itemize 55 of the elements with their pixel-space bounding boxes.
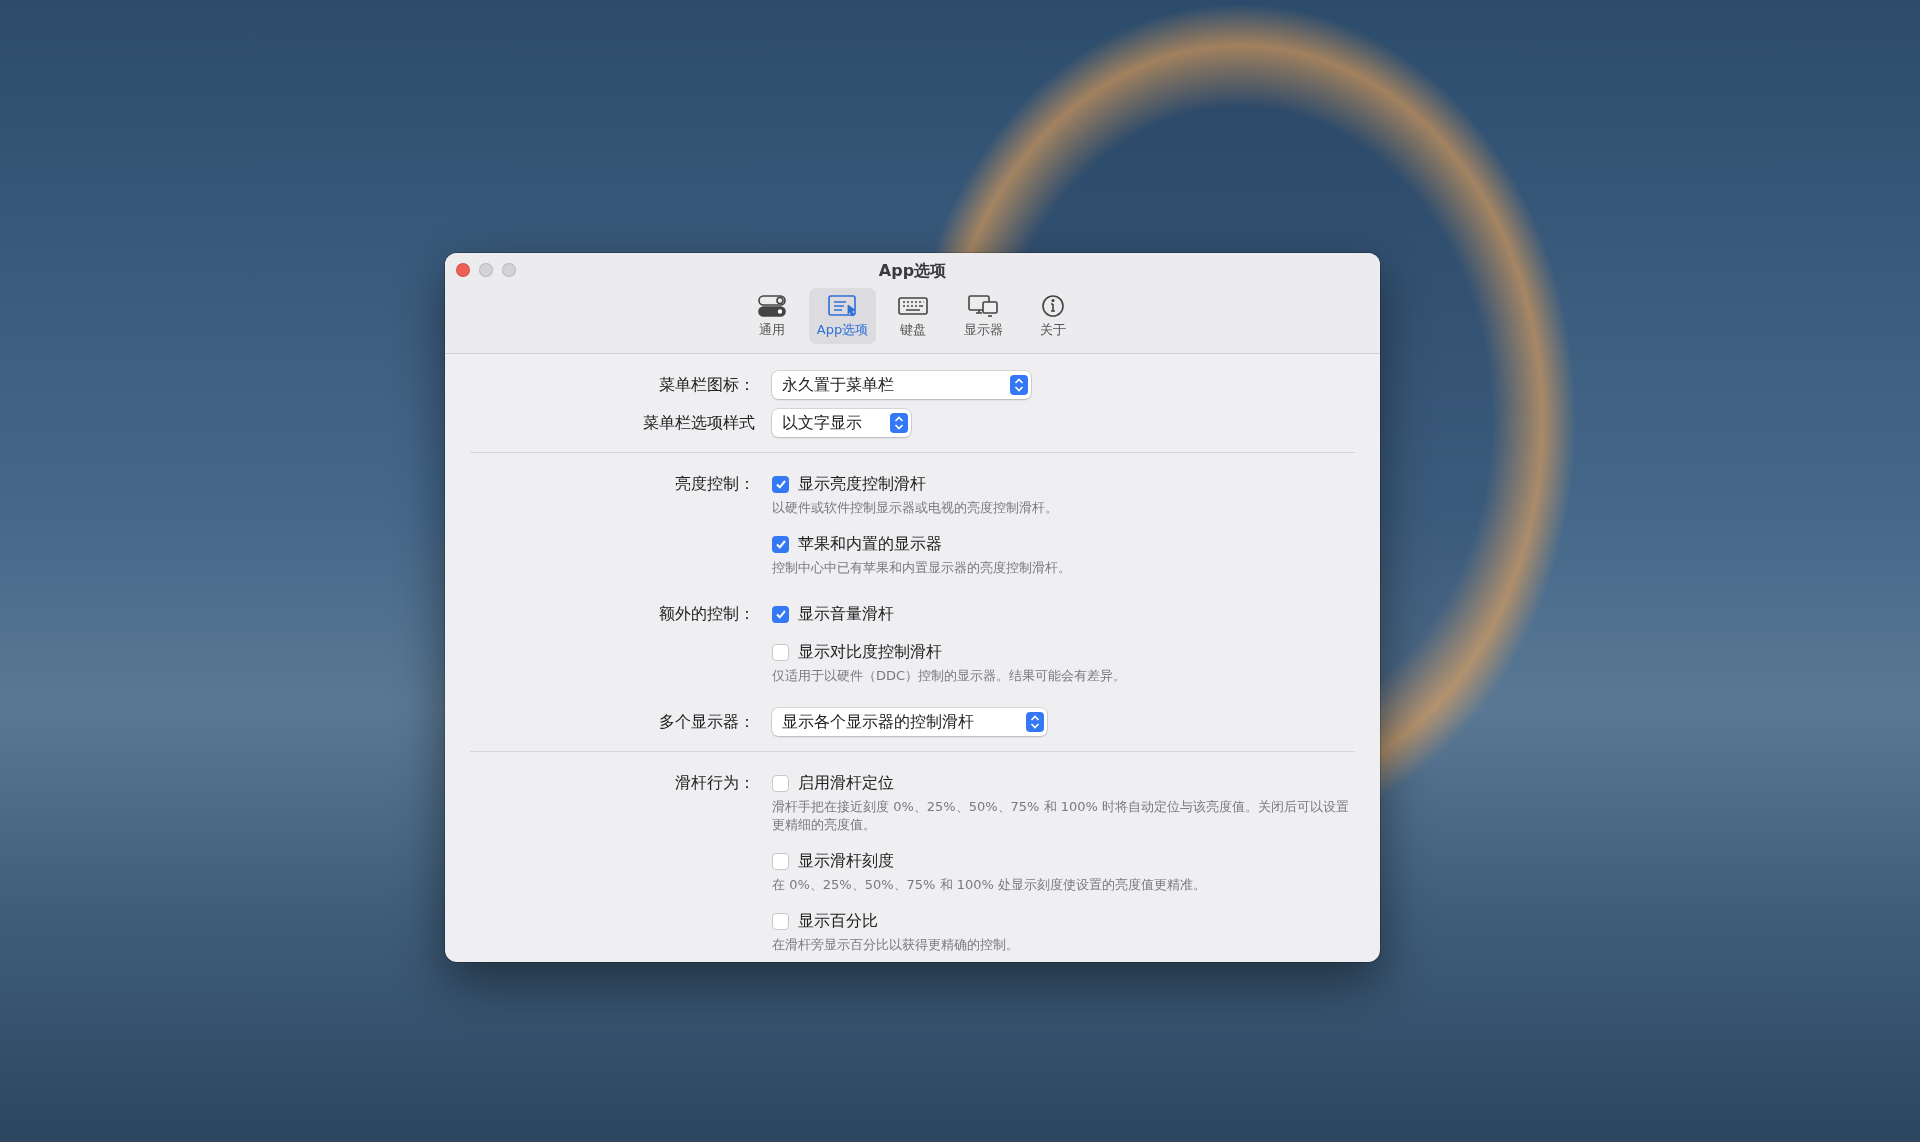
zoom-button[interactable]: [502, 263, 516, 277]
setting-label: 亮度控制：: [674, 474, 755, 495]
toolbar-tab[interactable]: 通用: [738, 288, 805, 344]
stepper-icon: [890, 413, 908, 433]
toolbar-tab[interactable]: App选项: [808, 288, 877, 344]
toolbar-tab[interactable]: 关于: [1020, 288, 1087, 344]
option-label: 显示亮度控制滑杆: [798, 474, 926, 495]
checkbox-option[interactable]: 启用滑杆定位: [772, 769, 1355, 797]
popup-menu[interactable]: 永久置于菜单栏: [772, 371, 1031, 399]
checkbox-option[interactable]: 显示百分比: [772, 907, 1355, 935]
toolbar-tab[interactable]: 显示器: [950, 288, 1017, 344]
checkbox-option[interactable]: 显示音量滑杆: [772, 600, 1355, 628]
option-label: 显示音量滑杆: [798, 604, 894, 625]
checkbox[interactable]: [772, 774, 789, 792]
checkbox-option[interactable]: 显示对比度控制滑杆: [772, 638, 1355, 666]
option-label: 显示对比度控制滑杆: [798, 642, 942, 663]
minimize-button[interactable]: [479, 263, 493, 277]
checkbox[interactable]: [772, 605, 789, 623]
keyboard-icon: [897, 294, 930, 318]
setting-label: 额外的控制：: [658, 604, 755, 625]
checkbox-option[interactable]: 显示滑杆刻度: [772, 847, 1355, 875]
checkmark-icon: [774, 538, 787, 550]
option-description: 控制中心中已有苹果和内置显示器的亮度控制滑杆。: [772, 559, 1072, 577]
option-label: 显示滑杆刻度: [798, 851, 894, 872]
option-description: 在 0%、25%、50%、75% 和 100% 处显示刻度使设置的亮度值更精准。: [772, 876, 1207, 894]
option-description: 以硬件或软件控制显示器或电视的亮度控制滑杆。: [772, 499, 1059, 517]
option-label: 苹果和内置的显示器: [798, 534, 942, 555]
checkbox-option[interactable]: 苹果和内置的显示器: [772, 530, 1355, 558]
option-label: 显示百分比: [798, 911, 878, 932]
window-cursor-icon: [826, 294, 859, 318]
setting-label: 滑杆行为：: [674, 773, 755, 794]
checkbox[interactable]: [772, 912, 789, 930]
checkbox[interactable]: [772, 852, 789, 870]
setting-label: 菜单栏选项样式: [642, 413, 755, 434]
displays-icon: [967, 294, 1000, 318]
checkbox[interactable]: [772, 643, 789, 661]
setting-label: 菜单栏图标：: [658, 375, 755, 396]
close-button[interactable]: [456, 263, 470, 277]
setting-label: 多个显示器：: [658, 712, 755, 733]
checkbox-option[interactable]: 显示亮度控制滑杆: [772, 470, 1355, 498]
checkbox[interactable]: [772, 475, 789, 493]
checkbox[interactable]: [772, 535, 789, 553]
toggles-icon: [755, 294, 788, 318]
stepper-icon: [1010, 375, 1028, 395]
window-title: App选项: [878, 261, 947, 281]
option-description: 仅适用于以硬件（DDC）控制的显示器。结果可能会有差异。: [772, 667, 1128, 685]
checkmark-icon: [774, 608, 787, 620]
toolbar-tab[interactable]: 键盘: [880, 288, 947, 344]
popup-menu[interactable]: 显示各个显示器的控制滑杆: [772, 708, 1047, 736]
checkmark-icon: [774, 478, 787, 490]
option-description: 在滑杆旁显示百分比以获得更精确的控制。: [772, 936, 1020, 954]
option-description: 滑杆手把在接近刻度 0%、25%、50%、75% 和 100% 时将自动定位与该亮度值。关闭后可以设置更精细的亮度值。: [772, 798, 1350, 834]
popup-menu[interactable]: 以文字显示: [772, 409, 911, 437]
stepper-icon: [1026, 712, 1044, 732]
option-label: 启用滑杆定位: [798, 773, 894, 794]
